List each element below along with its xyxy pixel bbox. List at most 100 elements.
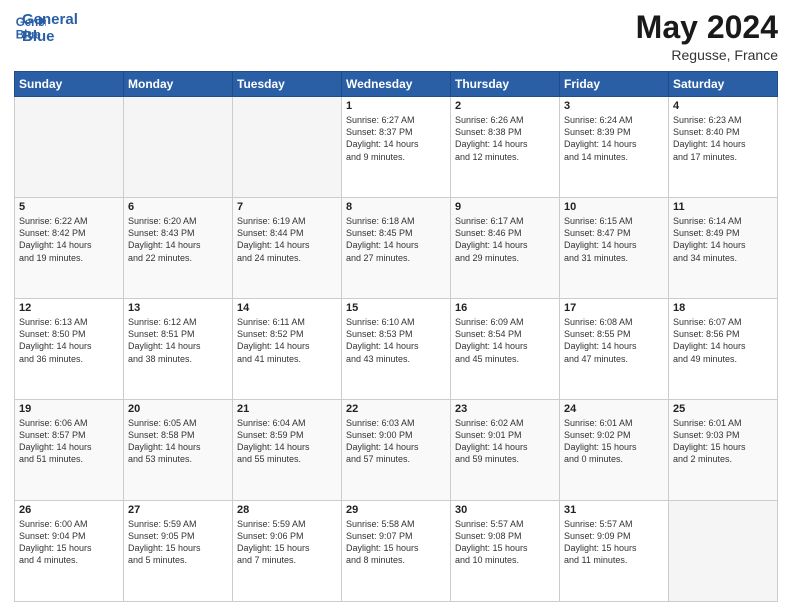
day-info: Sunrise: 5:59 AMSunset: 9:05 PMDaylight:… <box>128 518 228 567</box>
day-info: Sunrise: 5:58 AMSunset: 9:07 PMDaylight:… <box>346 518 446 567</box>
day-cell <box>15 97 124 198</box>
day-cell: 3Sunrise: 6:24 AMSunset: 8:39 PMDaylight… <box>560 97 669 198</box>
day-number: 20 <box>128 403 228 415</box>
day-number: 11 <box>673 201 773 213</box>
day-info: Sunrise: 6:10 AMSunset: 8:53 PMDaylight:… <box>346 316 446 365</box>
day-cell: 6 Sunrise: 6:20 AMSunset: 8:43 PMDaylight… <box>124 198 233 299</box>
day-cell: 22 Sunrise: 6:03 AMSunset: 9:00 PMDayligh… <box>342 400 451 501</box>
day-number: 23 <box>455 403 555 415</box>
day-cell: 12Sunrise: 6:13 AMSunset: 8:50 PMDayligh… <box>15 299 124 400</box>
day-cell: 4 Sunrise: 6:23 AMSunset: 8:40 PMDaylight… <box>669 97 778 198</box>
day-cell: 28 Sunrise: 5:59 AMSunset: 9:06 PMDayligh… <box>233 501 342 602</box>
day-cell: 8Sunrise: 6:18 AMSunset: 8:45 PMDaylight… <box>342 198 451 299</box>
day-number: 26 <box>19 504 119 516</box>
day-cell <box>124 97 233 198</box>
logo-line1: General <box>22 12 78 29</box>
day-number: 31 <box>564 504 664 516</box>
day-info: Sunrise: 6:04 AMSunset: 8:59 PMDaylight:… <box>237 417 337 466</box>
col-header-thursday: Thursday <box>451 72 560 97</box>
col-header-saturday: Saturday <box>669 72 778 97</box>
day-number: 15 <box>346 302 446 314</box>
page-header: General Blue General Blue May 2024 Regus… <box>14 10 778 63</box>
col-header-monday: Monday <box>124 72 233 97</box>
day-info: Sunrise: 6:17 AMSunset: 8:46 PMDaylight:… <box>455 215 555 264</box>
day-cell: 10 Sunrise: 6:15 AMSunset: 8:47 PMDayligh… <box>560 198 669 299</box>
day-cell: 14 Sunrise: 6:11 AMSunset: 8:52 PMDayligh… <box>233 299 342 400</box>
day-info: Sunrise: 6:05 AMSunset: 8:58 PMDaylight:… <box>128 417 228 466</box>
location: Regusse, France <box>636 47 778 63</box>
day-info: Sunrise: 6:26 AMSunset: 8:38 PMDaylight:… <box>455 114 555 163</box>
day-number: 14 <box>237 302 337 314</box>
day-info: Sunrise: 6:23 AMSunset: 8:40 PMDaylight:… <box>673 114 773 163</box>
day-cell: 16Sunrise: 6:09 AMSunset: 8:54 PMDayligh… <box>451 299 560 400</box>
day-info: Sunrise: 6:09 AMSunset: 8:54 PMDaylight:… <box>455 316 555 365</box>
day-cell: 5Sunrise: 6:22 AMSunset: 8:42 PMDaylight… <box>15 198 124 299</box>
day-cell: 26 Sunrise: 6:00 AMSunset: 9:04 PMDayligh… <box>15 501 124 602</box>
day-cell: 29 Sunrise: 5:58 AMSunset: 9:07 PMDayligh… <box>342 501 451 602</box>
day-number: 18 <box>673 302 773 314</box>
day-cell: 2 Sunrise: 6:26 AMSunset: 8:38 PMDaylight… <box>451 97 560 198</box>
day-cell: 23 Sunrise: 6:02 AMSunset: 9:01 PMDayligh… <box>451 400 560 501</box>
day-cell: 19Sunrise: 6:06 AMSunset: 8:57 PMDayligh… <box>15 400 124 501</box>
day-info: Sunrise: 6:00 AMSunset: 9:04 PMDaylight:… <box>19 518 119 567</box>
day-cell: 27 Sunrise: 5:59 AMSunset: 9:05 PMDayligh… <box>124 501 233 602</box>
day-cell: 15 Sunrise: 6:10 AMSunset: 8:53 PMDayligh… <box>342 299 451 400</box>
day-cell: 21 Sunrise: 6:04 AMSunset: 8:59 PMDayligh… <box>233 400 342 501</box>
day-number: 8 <box>346 201 446 213</box>
day-info: Sunrise: 5:59 AMSunset: 9:06 PMDaylight:… <box>237 518 337 567</box>
day-info: Sunrise: 6:20 AMSunset: 8:43 PMDaylight:… <box>128 215 228 264</box>
logo: General Blue General Blue <box>14 10 78 45</box>
day-info: Sunrise: 6:14 AMSunset: 8:49 PMDaylight:… <box>673 215 773 264</box>
day-info: Sunrise: 6:06 AMSunset: 8:57 PMDaylight:… <box>19 417 119 466</box>
week-row-3: 12Sunrise: 6:13 AMSunset: 8:50 PMDayligh… <box>15 299 778 400</box>
day-number: 27 <box>128 504 228 516</box>
week-row-1: 1Sunrise: 6:27 AMSunset: 8:37 PMDaylight… <box>15 97 778 198</box>
day-number: 24 <box>564 403 664 415</box>
day-info: Sunrise: 6:08 AMSunset: 8:55 PMDaylight:… <box>564 316 664 365</box>
day-cell: 30 Sunrise: 5:57 AMSunset: 9:08 PMDayligh… <box>451 501 560 602</box>
day-cell: 9 Sunrise: 6:17 AMSunset: 8:46 PMDaylight… <box>451 198 560 299</box>
day-info: Sunrise: 5:57 AMSunset: 9:08 PMDaylight:… <box>455 518 555 567</box>
day-info: Sunrise: 5:57 AMSunset: 9:09 PMDaylight:… <box>564 518 664 567</box>
day-number: 10 <box>564 201 664 213</box>
day-number: 28 <box>237 504 337 516</box>
day-info: Sunrise: 6:19 AMSunset: 8:44 PMDaylight:… <box>237 215 337 264</box>
day-number: 17 <box>564 302 664 314</box>
day-info: Sunrise: 6:24 AMSunset: 8:39 PMDaylight:… <box>564 114 664 163</box>
col-header-friday: Friday <box>560 72 669 97</box>
day-number: 6 <box>128 201 228 213</box>
day-cell: 31 Sunrise: 5:57 AMSunset: 9:09 PMDayligh… <box>560 501 669 602</box>
day-cell: 24 Sunrise: 6:01 AMSunset: 9:02 PMDayligh… <box>560 400 669 501</box>
month-title: May 2024 <box>636 10 778 45</box>
day-number: 30 <box>455 504 555 516</box>
day-cell <box>233 97 342 198</box>
day-info: Sunrise: 6:02 AMSunset: 9:01 PMDaylight:… <box>455 417 555 466</box>
day-info: Sunrise: 6:13 AMSunset: 8:50 PMDaylight:… <box>19 316 119 365</box>
day-number: 4 <box>673 100 773 112</box>
day-info: Sunrise: 6:15 AMSunset: 8:47 PMDaylight:… <box>564 215 664 264</box>
day-number: 1 <box>346 100 446 112</box>
day-info: Sunrise: 6:07 AMSunset: 8:56 PMDaylight:… <box>673 316 773 365</box>
day-number: 22 <box>346 403 446 415</box>
calendar-table: SundayMondayTuesdayWednesdayThursdayFrid… <box>14 71 778 602</box>
week-row-2: 5Sunrise: 6:22 AMSunset: 8:42 PMDaylight… <box>15 198 778 299</box>
day-info: Sunrise: 6:01 AMSunset: 9:02 PMDaylight:… <box>564 417 664 466</box>
week-row-5: 26 Sunrise: 6:00 AMSunset: 9:04 PMDayligh… <box>15 501 778 602</box>
calendar-header: SundayMondayTuesdayWednesdayThursdayFrid… <box>15 72 778 97</box>
day-info: Sunrise: 6:03 AMSunset: 9:00 PMDaylight:… <box>346 417 446 466</box>
day-number: 25 <box>673 403 773 415</box>
day-cell <box>669 501 778 602</box>
day-number: 29 <box>346 504 446 516</box>
day-number: 2 <box>455 100 555 112</box>
day-info: Sunrise: 6:01 AMSunset: 9:03 PMDaylight:… <box>673 417 773 466</box>
day-number: 21 <box>237 403 337 415</box>
week-row-4: 19Sunrise: 6:06 AMSunset: 8:57 PMDayligh… <box>15 400 778 501</box>
day-number: 9 <box>455 201 555 213</box>
day-number: 7 <box>237 201 337 213</box>
day-info: Sunrise: 6:11 AMSunset: 8:52 PMDaylight:… <box>237 316 337 365</box>
day-cell: 7 Sunrise: 6:19 AMSunset: 8:44 PMDaylight… <box>233 198 342 299</box>
day-cell: 11 Sunrise: 6:14 AMSunset: 8:49 PMDayligh… <box>669 198 778 299</box>
day-cell: 17 Sunrise: 6:08 AMSunset: 8:55 PMDayligh… <box>560 299 669 400</box>
logo-line2: Blue <box>22 29 78 46</box>
col-header-wednesday: Wednesday <box>342 72 451 97</box>
